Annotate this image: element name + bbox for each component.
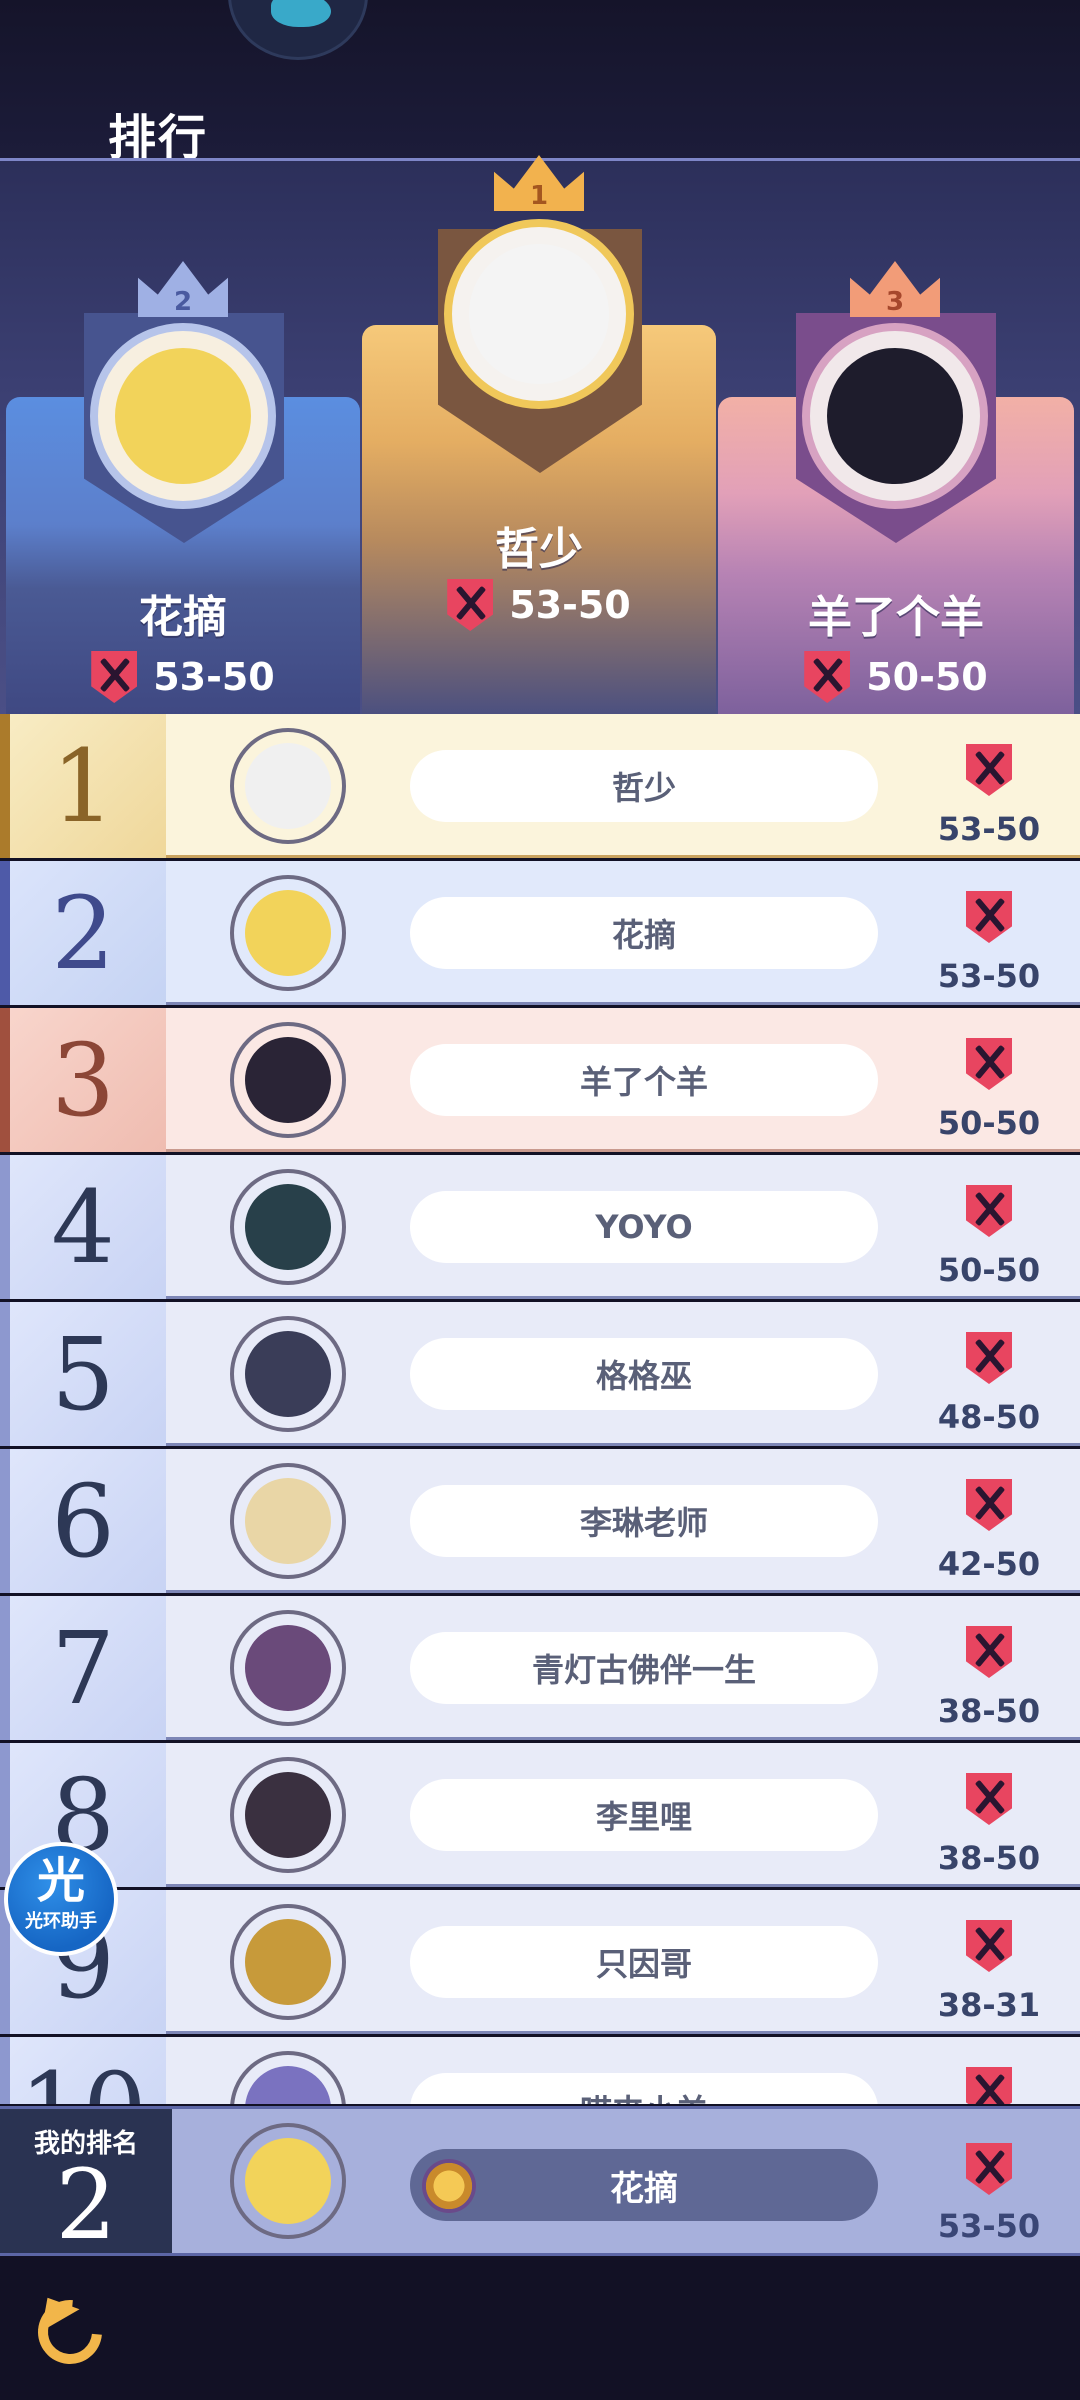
- table-row[interactable]: 8 李里哩 38-50: [0, 1743, 1080, 1887]
- crossed-swords-shield-icon: [447, 579, 494, 631]
- table-row[interactable]: 4 YOYO 50-50: [0, 1155, 1080, 1299]
- podium-score: 50-50: [718, 651, 1074, 703]
- podium-score: 53-50: [362, 579, 716, 631]
- rank-number: 5: [51, 1315, 115, 1433]
- bottom-bar: [0, 2256, 1080, 2400]
- player-score: 38-50: [937, 1839, 1041, 1877]
- podium-name: 羊了个羊: [808, 592, 984, 643]
- table-row[interactable]: 3 羊了个羊 50-50: [0, 1008, 1080, 1152]
- rank-number: 7: [51, 1609, 115, 1727]
- ranking-list[interactable]: 1 哲少 53-50 2 花摘 53-50 3 羊了个羊 50-50 4 YOY…: [0, 714, 1080, 2104]
- player-name: 只因哥: [410, 1926, 878, 1998]
- player-score: 38-50: [937, 1692, 1041, 1730]
- crossed-swords-shield-icon: [966, 891, 1012, 943]
- my-rank-number: 2: [55, 2149, 117, 2261]
- player-name: 青灯古佛伴一生: [410, 1632, 878, 1704]
- crown-icon: 2: [138, 261, 228, 317]
- avatar: [444, 219, 634, 409]
- rank-number: 6: [51, 1462, 115, 1580]
- player-score: 50-50: [937, 1251, 1041, 1289]
- crossed-swords-shield-icon: [966, 1626, 1012, 1678]
- player-score: 50-50: [937, 1104, 1041, 1142]
- player-name: 花摘: [410, 897, 878, 969]
- table-row[interactable]: 5 格格巫 48-50: [0, 1302, 1080, 1446]
- helper-label: 光环助手: [25, 1911, 97, 1932]
- avatar[interactable]: [230, 875, 346, 991]
- player-score: 53-50: [937, 810, 1041, 848]
- my-score: 53-50: [937, 2207, 1041, 2245]
- crossed-swords-shield-icon: [966, 1479, 1012, 1531]
- crossed-swords-shield-icon: [804, 651, 851, 703]
- top-bar: 排行: [0, 0, 1080, 166]
- table-row[interactable]: 2 花摘 53-50: [0, 861, 1080, 1005]
- player-name: YOYO: [410, 1191, 878, 1263]
- avatar[interactable]: [230, 1904, 346, 2020]
- podium-second[interactable]: 2 花摘 53-50: [6, 261, 360, 717]
- avatar[interactable]: [230, 2123, 346, 2239]
- crossed-swords-shield-icon: [966, 744, 1012, 796]
- podium-third[interactable]: 3 羊了个羊 50-50: [718, 261, 1074, 717]
- podium-first[interactable]: 1 哲少 53-50: [362, 155, 716, 717]
- player-score: 38-31: [937, 1986, 1041, 2024]
- avatar[interactable]: [230, 1169, 346, 1285]
- helper-glyph: 光: [36, 1853, 85, 1909]
- avatar[interactable]: [230, 1316, 346, 1432]
- table-row[interactable]: 6 李琳老师 42-50: [0, 1449, 1080, 1593]
- podium-name: 花摘: [139, 592, 227, 643]
- crossed-swords-shield-icon: [966, 1773, 1012, 1825]
- top-profile-avatar[interactable]: [228, 0, 368, 60]
- winged-badge-icon: [422, 2159, 476, 2213]
- crossed-swords-shield-icon: [966, 1920, 1012, 1972]
- player-name: 李里哩: [410, 1779, 878, 1851]
- crossed-swords-shield-icon: [966, 2143, 1012, 2195]
- rank-number: 3: [51, 1021, 115, 1139]
- player-score: 48-50: [937, 1398, 1041, 1436]
- player-score: 53-50: [937, 957, 1041, 995]
- avatar[interactable]: [230, 1610, 346, 1726]
- floating-helper-button[interactable]: 光 光环助手: [4, 1842, 118, 1956]
- avatar[interactable]: [230, 1463, 346, 1579]
- player-name: 羊了个羊: [410, 1044, 878, 1116]
- avatar: [802, 323, 988, 509]
- player-name: 哲少: [410, 750, 878, 822]
- rank-number: 1: [51, 727, 115, 845]
- table-row[interactable]: 7 青灯古佛伴一生 38-50: [0, 1596, 1080, 1740]
- player-score: 42-50: [937, 1545, 1041, 1583]
- rank-number: 2: [51, 874, 115, 992]
- back-button[interactable]: [24, 2286, 118, 2378]
- rank-number: 4: [51, 1168, 115, 1286]
- crown-icon: 3: [850, 261, 940, 317]
- crossed-swords-shield-icon: [966, 1332, 1012, 1384]
- player-name: 喵夹小羊: [410, 2073, 878, 2104]
- avatar[interactable]: [230, 728, 346, 844]
- crossed-swords-shield-icon: [966, 1038, 1012, 1090]
- crossed-swords-shield-icon: [966, 1185, 1012, 1237]
- player-name: 格格巫: [410, 1338, 878, 1410]
- avatar: [90, 323, 276, 509]
- table-row[interactable]: 10 喵夹小羊: [0, 2037, 1080, 2104]
- table-row[interactable]: 1 哲少 53-50: [0, 714, 1080, 858]
- crossed-swords-shield-icon: [91, 651, 138, 703]
- crown-icon: 1: [494, 155, 584, 211]
- podium-score: 53-50: [6, 651, 360, 703]
- podium: 2 花摘 53-50 1 哲少 53-50 3 羊了个羊 50-50: [0, 155, 1080, 717]
- rank-number: 10: [0, 2037, 166, 2105]
- player-name: 李琳老师: [410, 1485, 878, 1557]
- avatar[interactable]: [230, 1022, 346, 1138]
- crossed-swords-shield-icon: [966, 2067, 1012, 2104]
- my-name: 花摘: [410, 2149, 878, 2221]
- avatar[interactable]: [230, 2051, 346, 2104]
- my-rank-bar[interactable]: 我的排名 2 花摘 53-50: [0, 2106, 1080, 2261]
- avatar[interactable]: [230, 1757, 346, 1873]
- table-row[interactable]: 9 只因哥 38-31: [0, 1890, 1080, 2034]
- podium-name: 哲少: [495, 524, 583, 575]
